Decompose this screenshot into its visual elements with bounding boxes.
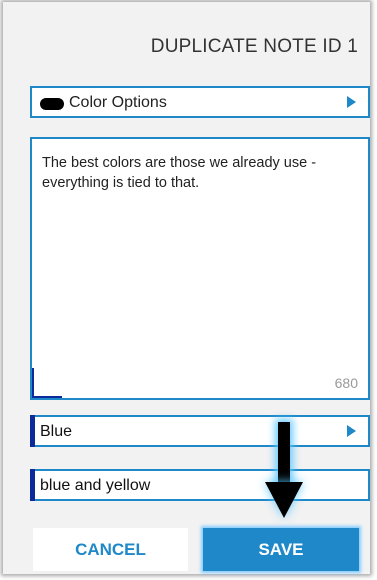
cancel-button[interactable]: CANCEL xyxy=(33,528,188,571)
tag-input-value[interactable]: blue and yellow xyxy=(40,477,150,495)
down-arrow-icon xyxy=(265,422,305,527)
character-count: 680 xyxy=(334,375,358,391)
color-options-dropdown[interactable]: Color Options xyxy=(30,86,370,118)
color-swatch-icon xyxy=(40,98,64,110)
field-accent-bar xyxy=(30,415,35,447)
color-select-dropdown[interactable]: Blue xyxy=(30,415,370,447)
field-accent-bar xyxy=(30,469,35,501)
textarea-corner-marker-vertical xyxy=(32,368,34,398)
note-text[interactable]: The best colors are those we already use… xyxy=(42,153,362,193)
color-options-label: Color Options xyxy=(69,94,167,111)
note-textarea[interactable]: The best colors are those we already use… xyxy=(30,137,370,400)
save-button[interactable]: SAVE xyxy=(203,528,359,571)
dialog-title: DUPLICATE NOTE ID 1 xyxy=(150,36,358,57)
color-select-value: Blue xyxy=(40,423,73,440)
textarea-corner-marker xyxy=(32,396,62,398)
chevron-right-icon xyxy=(347,425,356,437)
chevron-right-icon xyxy=(347,96,356,108)
arrow-head xyxy=(265,482,303,518)
dialog: DUPLICATE NOTE ID 1 Color Options The be… xyxy=(3,2,370,574)
tag-input[interactable]: blue and yellow xyxy=(30,469,370,501)
arrow-shaft xyxy=(278,422,290,484)
